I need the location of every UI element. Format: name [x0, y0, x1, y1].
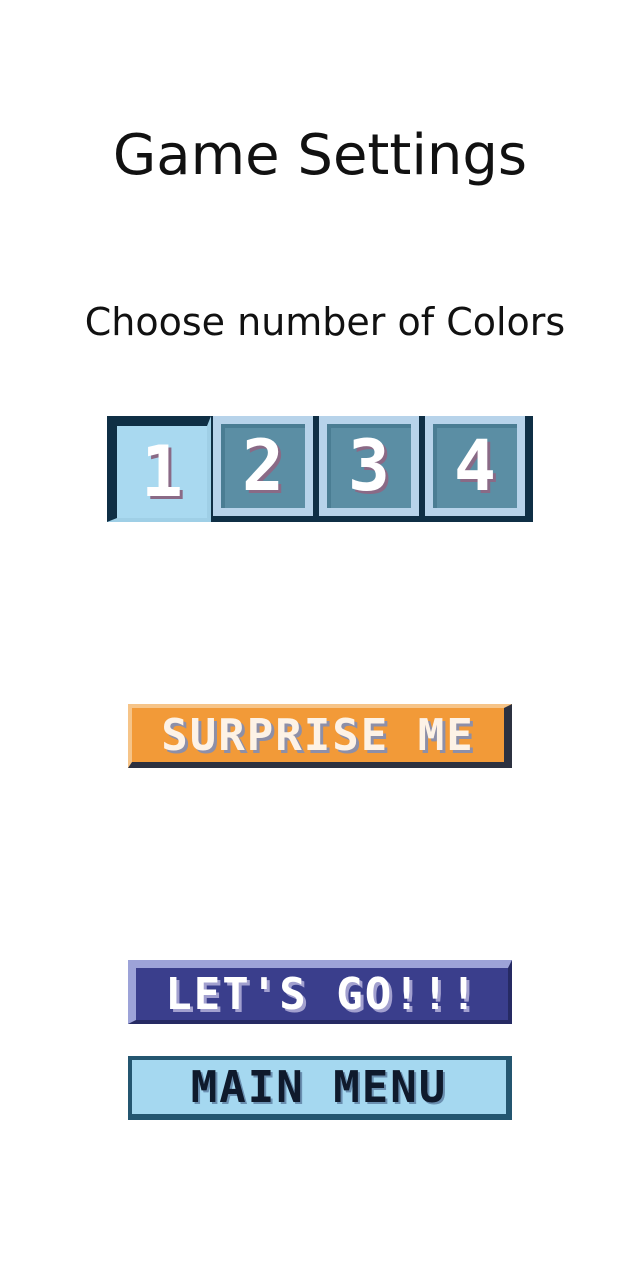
color-option-4[interactable]: 4	[425, 416, 525, 516]
main-menu-button[interactable]: MAIN MENU	[128, 1056, 512, 1120]
color-count-prompt: Choose number of Colors	[84, 300, 566, 344]
page-title: Game Settings	[112, 123, 528, 188]
surprise-me-button[interactable]: SURPRISE ME	[128, 704, 512, 768]
color-count-selector: 1 2 3 4	[107, 416, 533, 522]
color-option-2[interactable]: 2	[213, 416, 313, 516]
color-option-1[interactable]: 1	[107, 416, 211, 522]
lets-go-button[interactable]: LET'S GO!!!	[128, 960, 512, 1024]
color-option-3[interactable]: 3	[319, 416, 419, 516]
